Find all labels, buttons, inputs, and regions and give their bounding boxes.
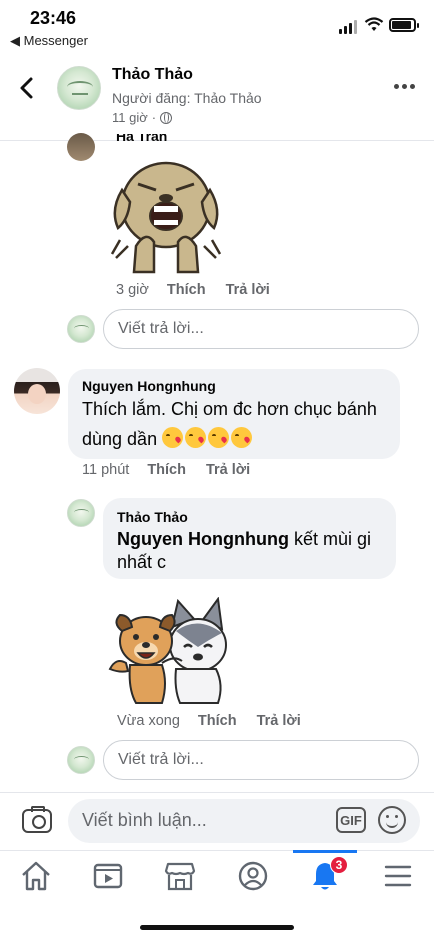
- page-avatar[interactable]: [57, 66, 101, 110]
- post-author-label: Người đăng: Thảo Thảo: [112, 90, 262, 106]
- mention-link[interactable]: Nguyen Hongnhung: [117, 529, 289, 549]
- camera-icon[interactable]: [22, 806, 52, 833]
- menu-icon[interactable]: [380, 858, 416, 894]
- comment-text-line2: dùng dần: [82, 424, 254, 454]
- comment-text-rest: kết mùi gi: [288, 529, 371, 549]
- comment-text-line2: nhất c: [117, 552, 167, 572]
- comment-text: Thích lắm. Chị om đc hơn chục bánh: [82, 399, 377, 419]
- reply-placeholder: Viết trả lời...: [118, 751, 204, 768]
- notifications-badge: 3: [330, 856, 348, 874]
- home-indicator: [140, 925, 294, 930]
- header-divider: [0, 140, 434, 141]
- like-button[interactable]: Thích: [167, 282, 206, 298]
- emoji-icon[interactable]: [378, 806, 406, 834]
- reply-input[interactable]: Viết trả lời...: [103, 309, 419, 349]
- comment-author[interactable]: Hà Trần: [116, 134, 167, 146]
- kissing-heart-emoji-icon: [231, 427, 253, 448]
- dog-and-husky-sticker: [108, 597, 227, 704]
- avatar: [67, 315, 95, 343]
- avatar[interactable]: [67, 499, 95, 527]
- kissing-heart-emoji-icon: [162, 427, 184, 448]
- comment-meta: 3 giờ Thích Trả lời: [116, 282, 290, 298]
- more-options-icon[interactable]: [394, 84, 415, 89]
- comment-meta: 11 phút Thích Trả lời: [82, 462, 270, 478]
- avatar[interactable]: [67, 133, 95, 161]
- crying-dog-sticker: [110, 161, 222, 274]
- profile-icon[interactable]: [235, 858, 271, 894]
- watch-icon[interactable]: [90, 858, 126, 894]
- globe-icon: [160, 111, 173, 124]
- avatar: [67, 746, 95, 774]
- reply-button[interactable]: Trả lời: [206, 462, 250, 478]
- marketplace-icon[interactable]: [162, 858, 198, 894]
- kissing-heart-emoji-icon: [208, 427, 230, 448]
- kissing-heart-emoji-icon: [185, 427, 207, 448]
- comment-placeholder: Viết bình luận...: [82, 810, 207, 830]
- post-time-text: 11 giờ: [112, 110, 148, 125]
- home-icon[interactable]: [18, 858, 54, 894]
- back-to-messenger-link[interactable]: ◀ Messenger: [10, 33, 88, 49]
- avatar[interactable]: [14, 368, 60, 414]
- reply-input[interactable]: Viết trả lời...: [103, 740, 419, 780]
- page-title[interactable]: Thảo Thảo: [112, 66, 193, 84]
- reply-button[interactable]: Trả lời: [257, 713, 301, 729]
- wifi-icon: [364, 17, 384, 31]
- post-time: 11 giờ ·: [112, 110, 173, 125]
- like-button[interactable]: Thích: [147, 462, 186, 478]
- gif-button[interactable]: GIF: [336, 807, 366, 833]
- comment-text-end: dùng dần: [82, 429, 158, 449]
- comment-meta: Vừa xong Thích Trả lời: [117, 713, 321, 729]
- comment-author[interactable]: Nguyen Hongnhung: [82, 378, 216, 394]
- active-tab-indicator: [293, 850, 357, 853]
- status-time: 23:46: [30, 8, 77, 28]
- comment-time: Vừa xong: [117, 713, 180, 729]
- reply-button[interactable]: Trả lời: [226, 282, 270, 298]
- comment-time: 3 giờ: [116, 282, 149, 298]
- back-arrow-icon[interactable]: [17, 76, 37, 100]
- comment-time: 11 phút: [82, 462, 130, 478]
- reply-placeholder: Viết trả lời...: [118, 320, 204, 337]
- battery-icon: [389, 18, 419, 32]
- like-button[interactable]: Thích: [198, 713, 237, 729]
- comment-author[interactable]: Thảo Thảo: [117, 509, 188, 525]
- cellular-signal-icon: [339, 20, 357, 34]
